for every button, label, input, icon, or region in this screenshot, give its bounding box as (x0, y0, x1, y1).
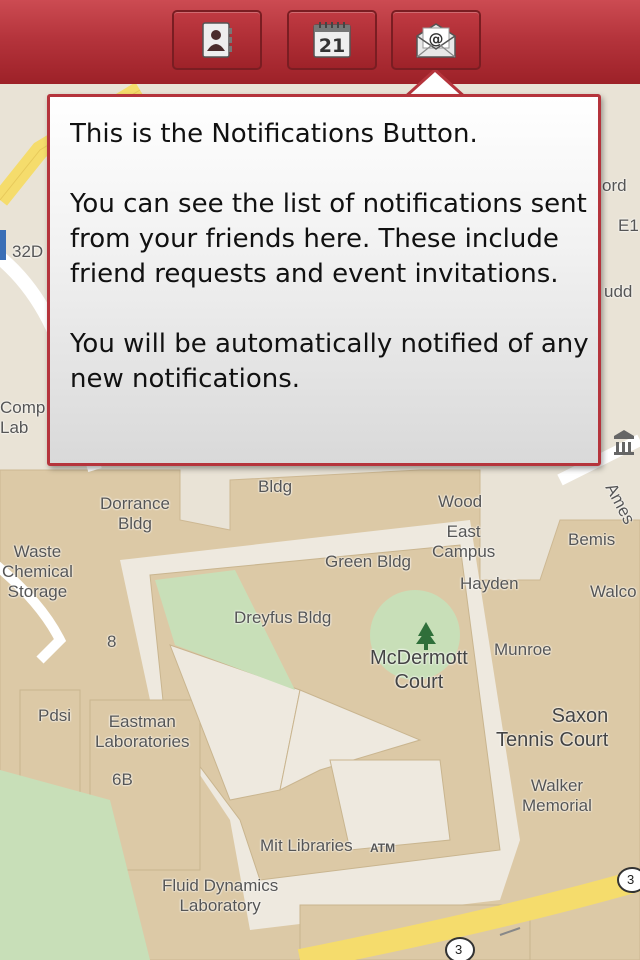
tooltip-text: This is the Notifications Button. You ca… (70, 119, 589, 394)
map-label-32d: 32D (12, 242, 44, 261)
map-label-8: 8 (107, 632, 117, 651)
calendar-button[interactable]: 21 (287, 10, 377, 70)
map-label-saxon-tennis: Saxon Tennis Court (496, 705, 609, 751)
map-label-dorrance: Dorrance Bldg (100, 494, 170, 533)
map-label-wood: Wood (438, 492, 483, 511)
envelope-at-icon: @ (416, 23, 456, 58)
map-label-munroe: Munroe (494, 640, 552, 659)
calendar-icon: 21 (313, 22, 351, 58)
map-label-6b: 6B (112, 770, 133, 789)
notifications-button[interactable]: @ (391, 10, 481, 70)
route-3-shield: 3 (455, 942, 463, 957)
atm-icon: ATM (370, 841, 396, 855)
map-label-walker-memorial: Walker Memorial (522, 776, 592, 815)
map-label-udd: udd (604, 282, 633, 301)
map-label-hayden: Hayden (460, 574, 519, 593)
map-label-e1: E1 (618, 216, 639, 235)
contacts-book-icon (202, 22, 232, 58)
map-label-pdsi: Pdsi (38, 706, 72, 725)
map-label-comp-lab: Comp Lab (0, 398, 46, 437)
map-label-bemis: Bemis (568, 530, 616, 549)
map-label-bldg: Bldg (258, 477, 293, 496)
top-toolbar: 21 @ (0, 0, 640, 85)
notifications-tooltip: This is the Notifications Button. You ca… (47, 94, 601, 466)
map-label-mit-libraries: Mit Libraries (260, 836, 353, 855)
map-label-green-bldg: Green Bldg (325, 552, 411, 571)
map-label-fluid-dynamics: Fluid Dynamics Laboratory (162, 876, 279, 915)
route-3-shield-right: 3 (627, 872, 635, 887)
map-label-walco: Walco (590, 582, 637, 601)
map-label-eastman: Eastman Laboratories (95, 712, 190, 751)
map-label-ord: ord (602, 176, 627, 195)
map-label-mcdermott-court: McDermott Court (370, 647, 468, 693)
contacts-button[interactable] (172, 10, 262, 70)
calendar-day-number: 21 (319, 35, 345, 57)
map-label-dreyfus: Dreyfus Bldg (234, 608, 332, 627)
map-label-waste-storage: Waste Chemical Storage (2, 542, 73, 601)
map-label-east-campus: East Campus (432, 522, 496, 561)
